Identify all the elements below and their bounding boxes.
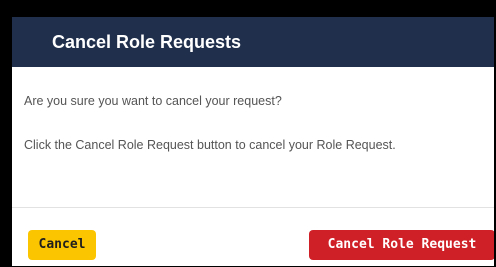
footer-divider [12,207,496,208]
cancel-role-request-button[interactable]: Cancel Role Request [309,230,495,260]
cancel-button[interactable]: Cancel [28,230,96,260]
dialog-instruction: Click the Cancel Role Request button to … [24,138,396,152]
dialog-message: Are you sure you want to cancel your req… [24,94,282,108]
cancel-role-requests-dialog: Cancel Role Requests Are you sure you wa… [12,17,496,266]
dialog-title: Cancel Role Requests [52,32,242,52]
dialog-header: Cancel Role Requests [12,17,496,67]
